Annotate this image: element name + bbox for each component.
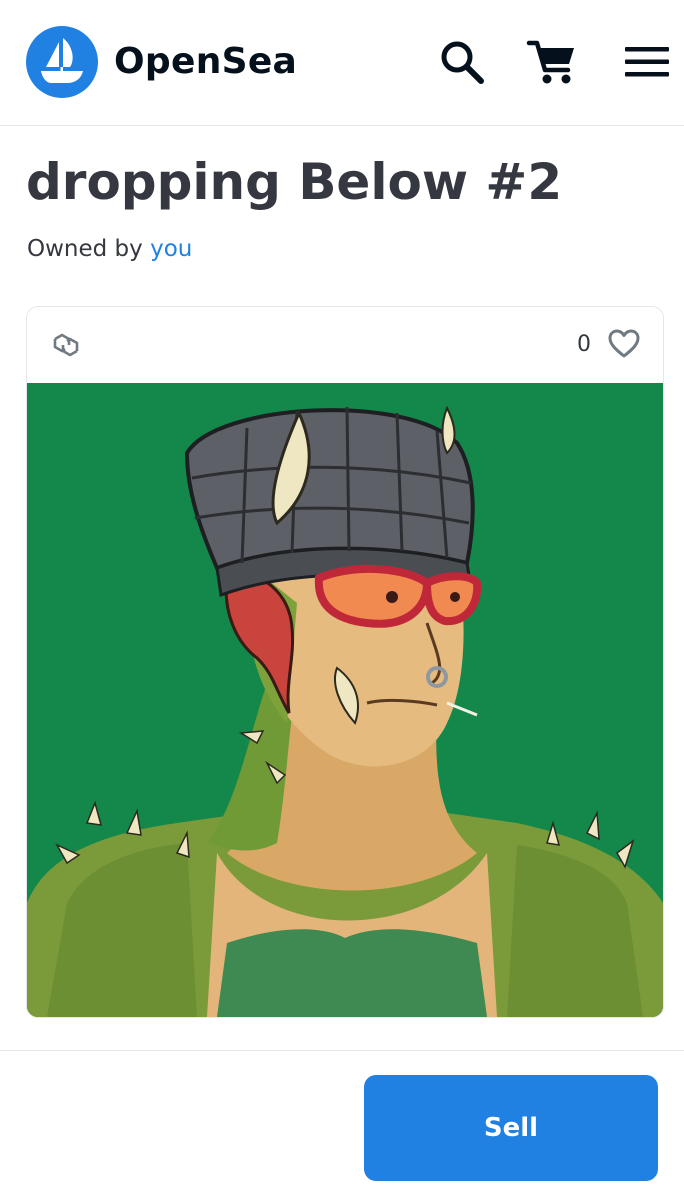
owner-link[interactable]: you (150, 236, 192, 262)
owner-line: Owned by you (27, 233, 192, 265)
nft-artwork-image[interactable] (27, 383, 663, 1017)
owned-by-label: Owned by (27, 236, 143, 262)
card-header: 0 (27, 307, 663, 383)
search-icon[interactable] (436, 36, 488, 88)
nft-card: 0 (26, 306, 664, 1018)
polygon-icon[interactable] (51, 331, 81, 359)
heart-icon[interactable] (607, 327, 641, 361)
brand-name[interactable]: OpenSea (114, 38, 297, 86)
menu-icon[interactable] (622, 36, 674, 88)
opensea-logo-icon[interactable] (26, 26, 98, 98)
bottom-action-bar: Sell (0, 1050, 684, 1200)
sell-button[interactable]: Sell (364, 1075, 658, 1181)
favorites-count: 0 (577, 332, 591, 357)
item-title: dropping Below #2 (26, 153, 563, 211)
cart-icon[interactable] (526, 36, 578, 88)
top-nav-bar: OpenSea (0, 0, 684, 126)
